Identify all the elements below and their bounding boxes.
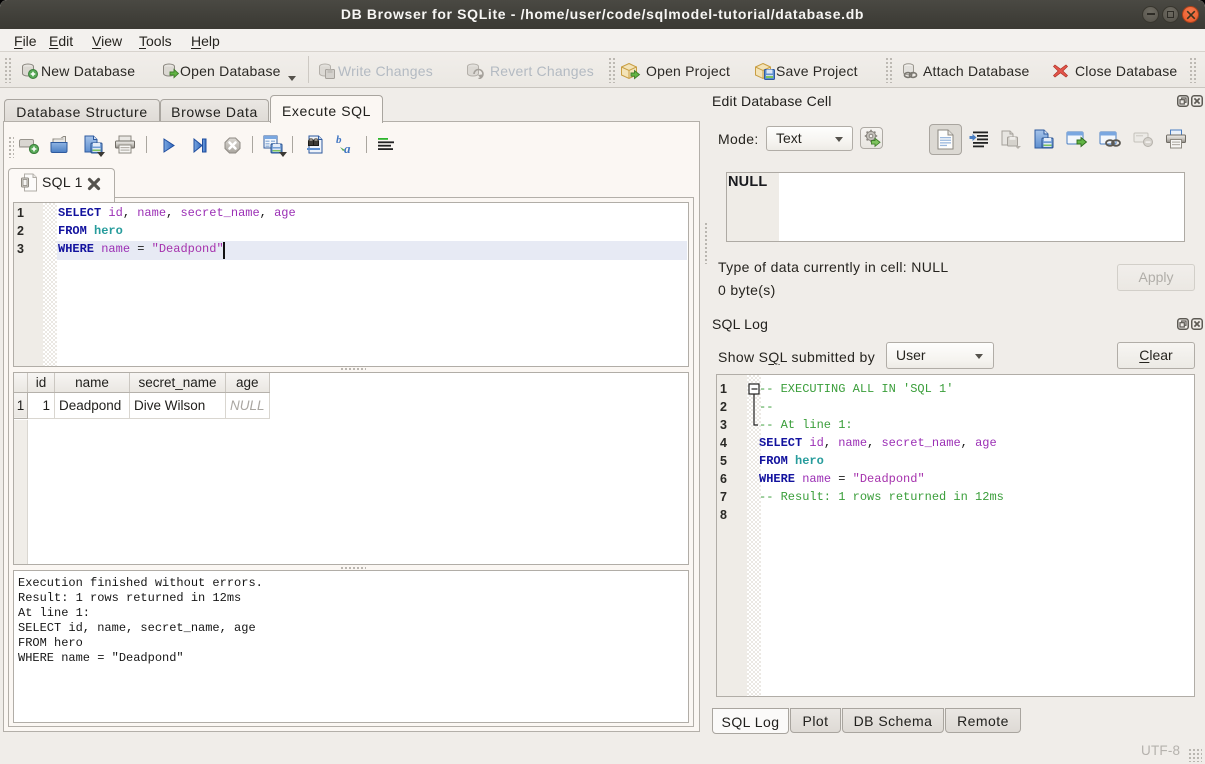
svg-text:b: b <box>336 134 342 146</box>
svg-text:a: a <box>344 141 351 155</box>
